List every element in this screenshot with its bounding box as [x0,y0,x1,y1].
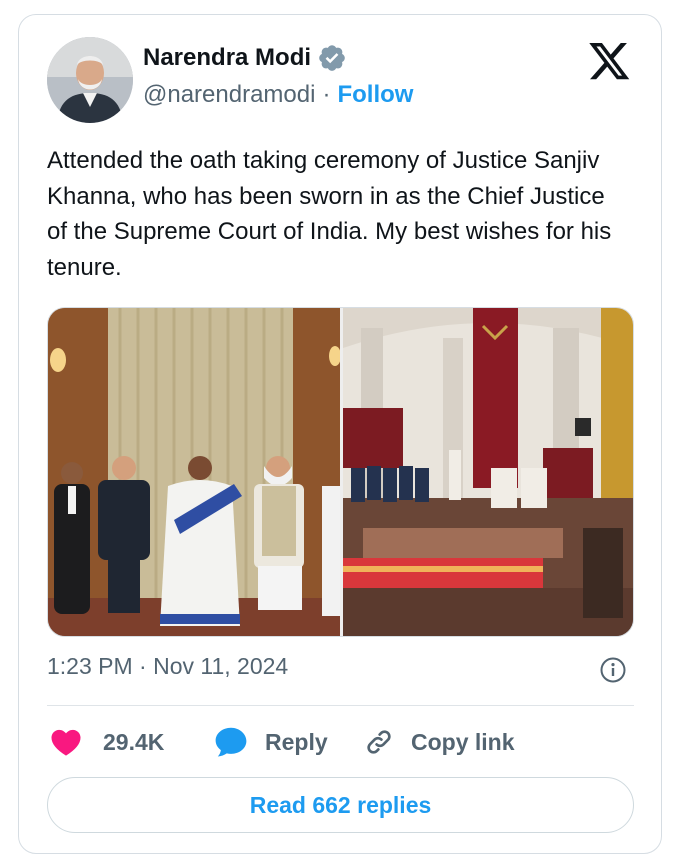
tweet-card: Narendra Modi @narendramodi · Follow Att… [18,14,662,854]
follow-button[interactable]: Follow [337,81,413,109]
tweet-text: Attended the oath taking ceremony of Jus… [47,147,612,281]
avatar[interactable] [47,37,133,123]
reply-label: Reply [265,728,328,755]
x-logo-icon[interactable] [589,43,631,81]
handle-row: @narendramodi · Follow [143,81,413,109]
speech-bubble-icon [213,724,249,760]
heart-icon [49,725,83,759]
author-name-row[interactable]: Narendra Modi [143,43,347,73]
like-count: 29.4K [103,728,165,755]
photo-ceremony-hall[interactable] [343,308,633,636]
read-replies-button[interactable]: Read 662 replies [47,777,634,833]
copy-link-label: Copy link [411,728,515,755]
copy-link-button[interactable]: Copy link [363,723,515,761]
tweet-timestamp[interactable]: 1:23 PM · Nov 11, 2024 [47,653,288,680]
like-button[interactable]: 29.4K [49,723,164,761]
photo-officials-seated[interactable] [48,308,340,636]
author-handle[interactable]: @narendramodi [143,81,315,109]
author-name[interactable]: Narendra Modi [143,44,311,72]
link-icon [363,726,395,758]
reply-button[interactable]: Reply [213,723,328,761]
media-grid[interactable] [47,307,634,637]
divider [47,705,634,706]
verified-badge-icon [317,43,347,73]
info-icon[interactable] [599,656,627,684]
avatar-image [47,37,133,123]
separator-dot: · [322,81,331,108]
